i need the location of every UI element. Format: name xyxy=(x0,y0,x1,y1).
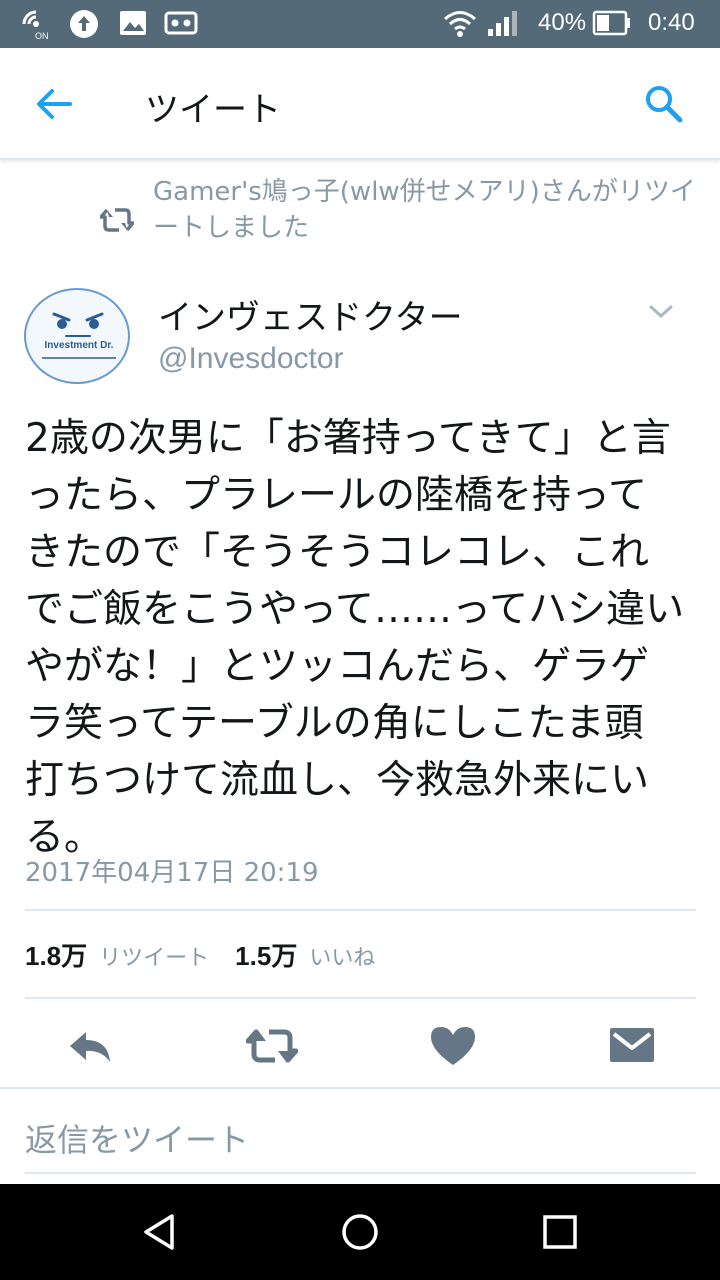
battery-icon xyxy=(592,10,630,36)
app-bar: ツイート xyxy=(0,48,720,160)
tweet-timestamp: 2017年04月17日 20:19 xyxy=(25,858,319,888)
divider xyxy=(25,997,696,999)
page-title: ツイート xyxy=(145,90,281,130)
retweet-context-text[interactable]: Gamer's鳩っ子(wlw併せメアリ)さんがリツイートしました xyxy=(153,174,698,246)
reply-input-underline xyxy=(25,1172,696,1174)
avatar[interactable]: Investment Dr. xyxy=(24,288,130,384)
reply-icon[interactable] xyxy=(66,1024,114,1068)
svg-text:ON: ON xyxy=(35,31,49,40)
back-arrow-icon[interactable] xyxy=(30,84,78,124)
like-count-label[interactable]: いいね xyxy=(309,940,375,972)
retweet-count-label[interactable]: リツイート xyxy=(99,940,209,972)
author-handle[interactable]: @Invesdoctor xyxy=(158,342,344,376)
voicemail-icon xyxy=(164,11,198,35)
nfc-on-icon: ON xyxy=(22,10,49,40)
navigation-bar xyxy=(0,1184,720,1280)
author-name[interactable]: インヴェスドクター xyxy=(158,290,463,339)
search-icon[interactable] xyxy=(642,82,686,126)
battery-percent: 40% xyxy=(538,9,587,36)
divider xyxy=(0,1087,720,1089)
retweet-icon[interactable] xyxy=(246,1024,298,1068)
retweet-count[interactable]: 1.8万 xyxy=(25,936,87,973)
reply-input[interactable]: 返信をツイート xyxy=(25,1115,249,1161)
back-triangle-icon[interactable] xyxy=(140,1212,180,1252)
avatar-text: Investment Dr. xyxy=(44,340,114,351)
status-bar: ON 40% 0:40 xyxy=(0,0,720,48)
clock: 0:40 xyxy=(648,9,695,36)
heart-icon[interactable] xyxy=(429,1024,477,1068)
chevron-down-icon[interactable] xyxy=(648,300,674,322)
tweet-text: 2歳の次男に「お箸持ってきて」と言 ったら、プラレールの陸橋を持って きたので「… xyxy=(25,416,685,860)
recents-square-icon[interactable] xyxy=(540,1212,580,1252)
image-icon xyxy=(120,11,146,35)
avatar-face-icon xyxy=(42,312,116,359)
divider xyxy=(25,909,696,911)
home-circle-icon[interactable] xyxy=(340,1212,380,1252)
retweet-context-icon xyxy=(100,208,134,232)
upload-icon xyxy=(70,10,98,38)
message-icon[interactable] xyxy=(608,1024,656,1068)
signal-icon xyxy=(488,11,517,36)
like-count[interactable]: 1.5万 xyxy=(235,936,297,973)
wifi-icon xyxy=(444,11,476,37)
tweet-stats: 1.8万 リツイート 1.5万 いいね xyxy=(25,936,401,976)
